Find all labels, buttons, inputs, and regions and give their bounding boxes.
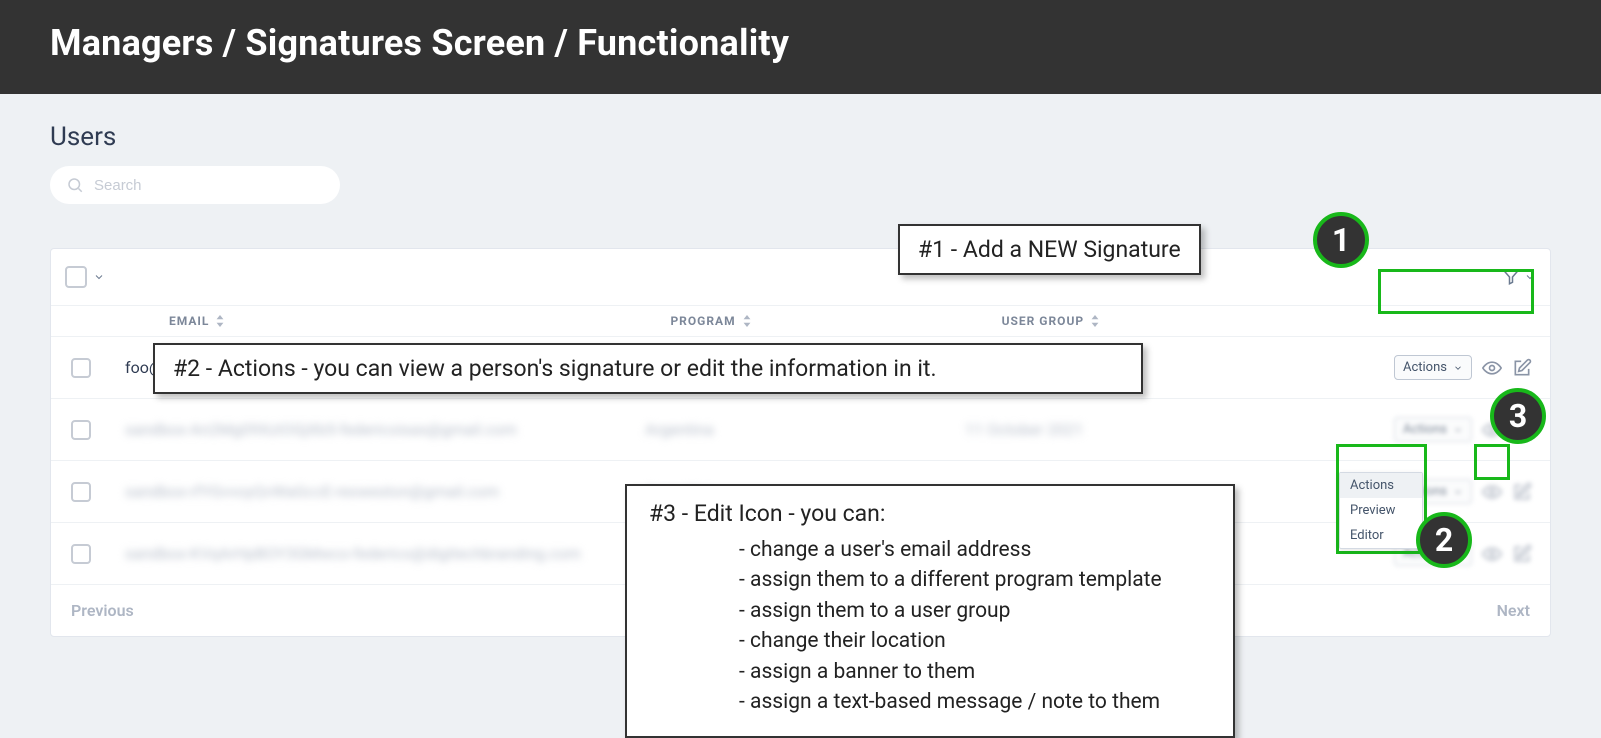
column-headers: EMAIL PROGRAM USER GROUP [51,305,1550,337]
select-all-checkbox[interactable] [65,266,87,288]
actions-menu-open: Actions Preview Editor [1339,472,1423,549]
cell-user-group[interactable]: 11 October 2021 [965,420,1305,439]
header-bar: Managers / Signatures Screen / Functiona… [0,0,1601,94]
chevron-down-icon [1453,425,1463,435]
search-icon [66,176,84,194]
edit-icon[interactable] [1512,544,1532,564]
callout-edit-item: change a user's email address [739,535,1211,565]
chevron-down-icon [1524,271,1536,283]
row-checkbox[interactable] [71,420,91,440]
col-email[interactable]: EMAIL [169,314,225,328]
filter-dropdown[interactable] [1502,268,1536,286]
callout-actions: #2 - Actions - you can view a person's s… [153,343,1143,394]
actions-dropdown[interactable]: Actions [1394,417,1472,442]
preview-icon[interactable] [1482,358,1502,378]
cell-program[interactable]: Argentina [645,420,965,439]
preview-icon[interactable] [1482,544,1502,564]
col-user-group[interactable]: USER GROUP [1002,314,1101,328]
chevron-down-icon[interactable] [93,271,105,283]
row-checkbox[interactable] [71,358,91,378]
callout-edit-item: assign them to a different program templ… [739,565,1211,595]
search-input[interactable] [94,177,324,194]
annotation-badge-2: 2 [1416,512,1472,568]
sort-icon [742,315,752,327]
search-field[interactable] [50,166,340,204]
annotation-badge-3: 3 [1490,388,1546,444]
section-heading: Users [50,122,1551,152]
page-title: Managers / Signatures Screen / Functiona… [50,22,1551,64]
actions-dropdown[interactable]: Actions [1394,355,1472,380]
annotation-badge-1: 1 [1313,212,1369,268]
cell-email: sandbox-KVqArHpBOY3GMwco-federico@digite… [125,544,645,563]
cell-email: sandbox-rfYGvvoyQvWaGccE-rexweston@gmail… [125,482,645,501]
sort-icon [1090,315,1100,327]
sort-icon [215,315,225,327]
prev-button[interactable]: Previous [71,601,134,620]
chevron-down-icon [1453,363,1463,373]
preview-icon[interactable] [1482,482,1502,502]
row-checkbox[interactable] [71,544,91,564]
callout-edit-item: assign a banner to them [739,657,1211,687]
callout-edit-lead: #3 - Edit Icon - you can: [649,500,1211,527]
actions-menu-head: Actions [1340,473,1422,498]
callout-edit-item: change their location [739,626,1211,656]
chevron-down-icon [1453,487,1463,497]
filter-icon [1502,268,1520,286]
edit-icon[interactable] [1512,358,1532,378]
table-row: sandbox-An2Mg09XzIOGjXb5-federicoisas@gm… [51,399,1550,461]
cell-email: sandbox-An2Mg09XzIOGjXb5-federicoisas@gm… [125,420,645,439]
page-body: Users #1 - Add a NEW Signature #2 - Acti… [0,94,1601,637]
callout-edit-item: assign a text-based message / note to th… [739,687,1211,717]
callout-edit-item: assign them to a user group [739,596,1211,626]
col-program[interactable]: PROGRAM [670,314,751,328]
actions-menu-editor[interactable]: Editor [1340,523,1422,548]
edit-icon[interactable] [1512,482,1532,502]
next-button[interactable]: Next [1497,601,1530,620]
actions-menu-preview[interactable]: Preview [1340,498,1422,523]
row-checkbox[interactable] [71,482,91,502]
callout-add-signature: #1 - Add a NEW Signature [898,224,1201,275]
